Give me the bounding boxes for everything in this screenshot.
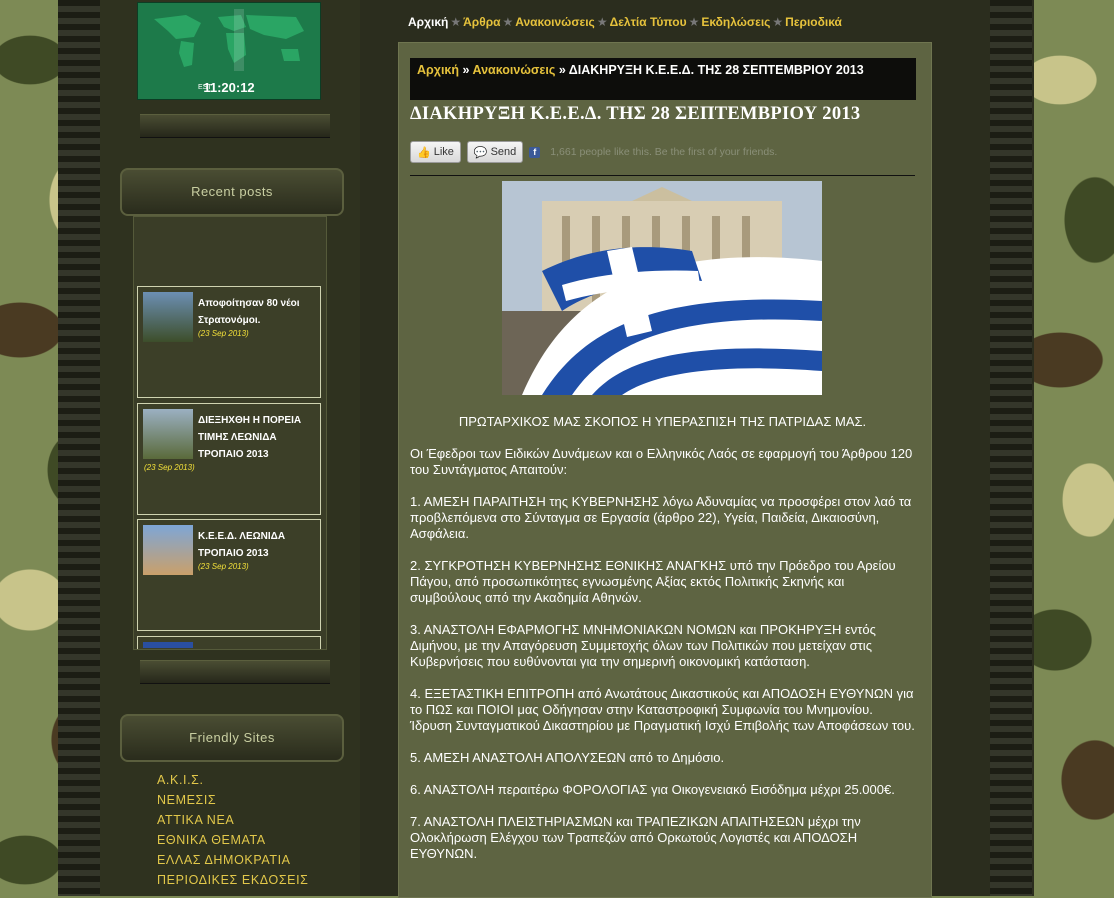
- nav-articles[interactable]: Άρθρα: [463, 15, 500, 29]
- divider-bar: [140, 660, 330, 684]
- breadcrumb: Αρχική » Ανακοινώσεις » ΔΙΑΚΗΡΥΞΗ Κ.Ε.Ε.…: [410, 58, 916, 100]
- like-label: Like: [433, 146, 454, 158]
- world-map-icon: [154, 9, 304, 71]
- breadcrumb-home[interactable]: Αρχική: [417, 63, 459, 77]
- friendly-link[interactable]: ΝΕΜΕΣΙΣ: [157, 790, 308, 810]
- friendly-sites-list: Α.Κ.Ι.Σ. ΝΕΜΕΣΙΣ ΑΤΤΙΚΑ ΝΕΑ ΕΘΝΙΚΑ ΘΕΜΑΤ…: [157, 770, 308, 890]
- post-title-link[interactable]: Κ.Ε.Ε.Δ. ΛΕΩΝΙΔΑ ΤΡΟΠΑΙΟ 2013: [198, 528, 314, 562]
- list-item[interactable]: Κ.Ε.Ε.Δ. ΛΕΩΝΙΔΑ ΤΡΟΠΑΙΟ 2013 (23 Sep 20…: [137, 519, 321, 631]
- article-paragraph: 2. ΣΥΓΚΡΟΤΗΣΗ ΚΥΒΕΡΝΗΣΗΣ ΕΘΝΙΚΗΣ ΑΝΑΓΚΗΣ…: [410, 558, 896, 605]
- list-item[interactable]: ΔΙΕΞΗΧΘΗ Η ΠΟΡΕΙΑ ΤΙΜΗΣ ΛΕΩΝΙΔΑ ΤΡΟΠΑΙΟ …: [137, 403, 321, 515]
- like-count-text: 1,661 people like this. Be the first of …: [550, 146, 778, 158]
- list-item[interactable]: Αποφοίτησαν 80 νέοι Στρατονόμοι. (23 Sep…: [137, 286, 321, 398]
- post-thumbnail[interactable]: [143, 525, 193, 575]
- nav-press-releases[interactable]: Δελτία Τύπου: [610, 15, 687, 29]
- facebook-icon: f: [529, 146, 541, 158]
- article-body: ΠΡΩΤΑΡΧΙΚΟΣ ΜΑΣ ΣΚΟΠΟΣ Η ΥΠΕΡΑΣΠΙΣΗ ΤΗΣ …: [410, 414, 915, 878]
- like-button[interactable]: 👍 Like: [410, 141, 461, 163]
- breadcrumb-section[interactable]: Ανακοινώσεις: [473, 63, 556, 77]
- thumbs-up-icon: 👍: [417, 146, 431, 159]
- article-paragraph: 7. ΑΝΑΣΤΟΛΗ ΠΛΕΙΣΤΗΡΙΑΣΜΩΝ και ΤΡΑΠΕΖΙΚΩ…: [410, 814, 861, 861]
- article-lead: ΠΡΩΤΑΡΧΙΚΟΣ ΜΑΣ ΣΚΟΠΟΣ Η ΥΠΕΡΑΣΠΙΣΗ ΤΗΣ …: [458, 414, 867, 429]
- page-title: ΔΙΑΚΗΡΥΞΗ Κ.Ε.Ε.Δ. ΤΗΣ 28 ΣΕΠΤΕΜΒΡΙΟΥ 20…: [410, 104, 861, 124]
- star-icon: ★: [450, 15, 462, 29]
- star-icon: ★: [596, 15, 608, 29]
- send-button[interactable]: 💬 Send: [466, 141, 524, 163]
- nav-events[interactable]: Εκδηλώσεις: [701, 15, 770, 29]
- article-paragraph: 5. ΑΜΕΣΗ ΑΝΑΣΤΟΛΗ ΑΠΟΛΥΣΕΩΝ από το Δημόσ…: [410, 750, 725, 765]
- friendly-link[interactable]: ΕΘΝΙΚΑ ΘΕΜΑΤΑ: [157, 830, 308, 850]
- post-date: (23 Sep 2013): [198, 329, 249, 338]
- world-clock-widget: EST 11:20:12: [137, 2, 321, 100]
- left-rail: [58, 0, 100, 896]
- top-navigation: Αρχική ★ Άρθρα ★ Ανακοινώσεις ★ Δελτία Τ…: [386, 8, 964, 36]
- greek-flag-photo: [502, 181, 822, 395]
- divider-bar: [140, 114, 330, 138]
- flag-parliament-image: [502, 181, 822, 395]
- breadcrumb-separator: »: [558, 63, 566, 77]
- article-paragraph: Οι Έφεδροι των Ειδικών Δυνάμεων και ο Ελ…: [410, 446, 913, 477]
- nav-home[interactable]: Αρχική: [408, 15, 448, 29]
- divider: [410, 175, 915, 176]
- article-paragraph: 1. ΑΜΕΣΗ ΠΑΡΑΙΤΗΣΗ της ΚΥΒΕΡΝΗΣΗΣ λόγω Α…: [410, 494, 912, 541]
- post-title-link[interactable]: ΔΙΕΞΗΧΘΗ Η ΠΟΡΕΙΑ ΤΙΜΗΣ ΛΕΩΝΙΔΑ ΤΡΟΠΑΙΟ …: [198, 412, 314, 463]
- friendly-link[interactable]: ΠΕΡΙΟΔΙΚΕΣ ΕΚΔΟΣΕΙΣ: [157, 870, 308, 890]
- friendly-link[interactable]: ΕΛΛΑΣ ΔΗΜΟΚΡΑΤΙΑ: [157, 850, 308, 870]
- post-date: (23 Sep 2013): [198, 562, 249, 571]
- send-label: Send: [490, 146, 517, 158]
- post-thumbnail[interactable]: [143, 409, 193, 459]
- nav-announcements[interactable]: Ανακοινώσεις: [515, 15, 595, 29]
- friendly-link[interactable]: ΑΤΤΙΚΑ ΝΕΑ: [157, 810, 308, 830]
- clock-time: 11:20:12: [203, 80, 255, 95]
- post-title-link[interactable]: Αποφοίτησαν 80 νέοι Στρατονόμοι.: [198, 295, 314, 329]
- friendly-link[interactable]: Α.Κ.Ι.Σ.: [157, 770, 308, 790]
- star-icon: ★: [502, 15, 514, 29]
- article-paragraph: 3. ΑΝΑΣΤΟΛΗ ΕΦΑΡΜΟΓΗΣ ΜΝΗΜΟΝΙΑΚΩΝ ΝΟΜΩΝ …: [410, 622, 876, 669]
- breadcrumb-current: ΔΙΑΚΗΡΥΞΗ Κ.Ε.Ε.Δ. ΤΗΣ 28 ΣΕΠΤΕΜΒΡΙΟΥ 20…: [568, 63, 864, 77]
- speech-bubble-icon: 💬: [473, 146, 488, 159]
- recent-posts-header: Recent posts: [120, 168, 344, 216]
- star-icon: ★: [688, 15, 700, 29]
- post-date: (23 Sep 2013): [144, 463, 195, 472]
- right-rail: [990, 0, 1032, 896]
- nav-magazines[interactable]: Περιοδικά: [785, 15, 842, 29]
- article-paragraph: 4. ΕΞΕΤΑΣΤΙΚΗ ΕΠΙΤΡΟΠΗ από Ανωτάτους Δικ…: [410, 686, 915, 733]
- star-icon: ★: [772, 15, 784, 29]
- breadcrumb-separator: »: [462, 63, 470, 77]
- facebook-like-bar: 👍 Like 💬 Send f 1,661 people like this. …: [410, 141, 777, 163]
- list-item[interactable]: [137, 636, 321, 649]
- friendly-sites-header: Friendly Sites: [120, 714, 344, 762]
- post-thumbnail[interactable]: [143, 292, 193, 342]
- post-thumbnail[interactable]: [143, 642, 193, 648]
- article-paragraph: 6. ΑΝΑΣΤΟΛΗ περαιτέρω ΦΟΡΟΛΟΓΙΑΣ για Οικ…: [410, 782, 895, 797]
